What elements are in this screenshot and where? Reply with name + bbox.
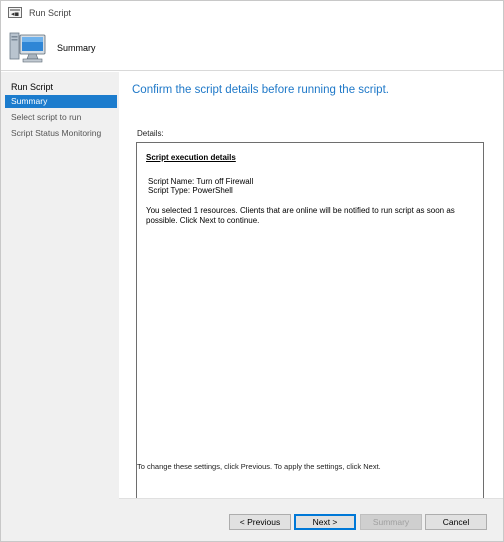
window-app-icon: ◂▪ [8, 7, 22, 18]
summary-button: Summary [360, 514, 422, 530]
page-heading: Confirm the script details before runnin… [132, 84, 389, 96]
wizard-main: Confirm the script details before runnin… [119, 72, 503, 525]
cancel-button[interactable]: Cancel [425, 514, 487, 530]
wizard-nav: Run Script Summary Select script to run … [1, 72, 119, 541]
header-title: Summary [57, 43, 96, 53]
nav-item-select-script[interactable]: Select script to run [5, 111, 117, 124]
window-title: Run Script [29, 8, 72, 18]
nav-item-summary[interactable]: Summary [5, 95, 117, 108]
nav-item-run-script: Run Script [11, 82, 54, 92]
settings-hint: To change these settings, click Previous… [137, 462, 381, 471]
selection-message: You selected 1 resources. Clients that a… [146, 206, 455, 225]
run-script-window: ◂▪ Run Script Summary Run Script Summary… [0, 0, 504, 542]
nav-item-script-status-monitoring[interactable]: Script Status Monitoring [5, 127, 117, 140]
wizard-footer: < Previous Next > Summary Cancel [119, 498, 503, 541]
computer-monitor-icon [9, 32, 46, 63]
details-label: Details: [137, 129, 164, 138]
details-title: Script execution details [146, 153, 236, 162]
wizard-header: Summary [1, 25, 503, 71]
title-bar: ◂▪ Run Script [1, 1, 503, 25]
script-type-text: Script Type: PowerShell [148, 186, 233, 195]
next-button[interactable]: Next > [294, 514, 356, 530]
previous-button[interactable]: < Previous [229, 514, 291, 530]
